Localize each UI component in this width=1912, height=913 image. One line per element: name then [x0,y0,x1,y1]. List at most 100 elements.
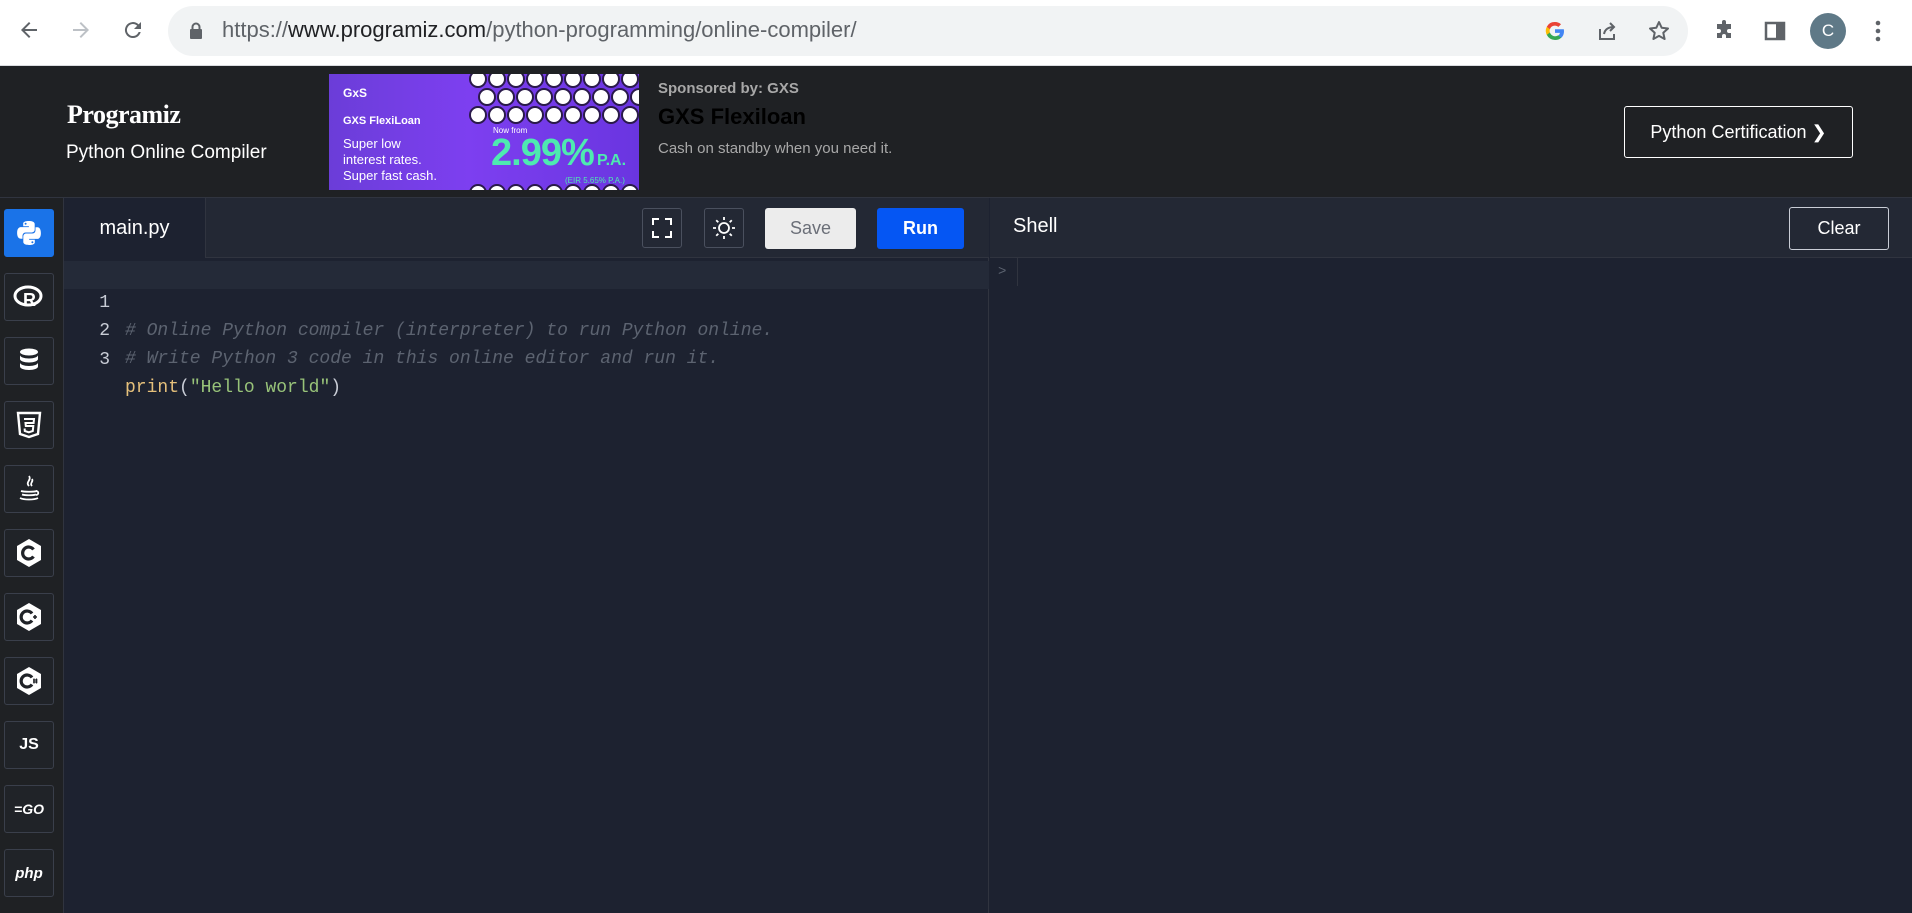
lang-r[interactable]: R [4,273,54,321]
ad-ball [611,88,629,106]
code-comment: # Write Python 3 code in this online edi… [125,349,720,369]
more-menu-icon[interactable] [1862,15,1894,47]
ad-ball [478,88,496,106]
url-text[interactable]: https://www.programiz.com/python-program… [222,17,857,43]
ad-ball [621,74,639,88]
clear-button[interactable]: Clear [1789,207,1889,250]
lang-php[interactable]: php [4,849,54,897]
ad-rate-suffix: P.A. [597,152,627,169]
ad-ball [564,74,582,88]
code-line-2[interactable]: 2 # Write Python 3 code in this online e… [64,289,989,369]
js-icon: JS [19,736,39,753]
fullscreen-button[interactable] [642,208,682,248]
save-button[interactable]: Save [765,208,856,249]
ad-product: GXS FlexiLoan [343,115,421,127]
ad-ball [573,88,591,106]
ad-ball [630,88,639,106]
ad-ball [469,74,487,88]
ad-ball [526,106,544,124]
lang-python[interactable] [4,209,54,257]
editor-toolbar: main.py Save Run [64,198,989,258]
ad-ball [592,88,610,106]
code-paren: ) [330,378,342,398]
ad-ball [602,106,620,124]
tab-main-py[interactable]: main.py [64,198,206,258]
bookmark-star-icon[interactable] [1645,17,1673,45]
google-icon[interactable] [1541,17,1569,45]
fullscreen-icon [652,218,672,238]
share-icon[interactable] [1593,17,1621,45]
lang-csharp[interactable] [4,657,54,705]
csharp-icon [17,667,41,695]
code-paren: ( [179,378,190,398]
forward-icon[interactable] [66,15,96,45]
ad-brand: GxS [343,86,368,100]
ad-ball [554,88,572,106]
lock-icon[interactable] [182,17,210,45]
r-icon: R [13,285,43,310]
theme-toggle-button[interactable] [704,208,744,248]
ad-ball [488,74,506,88]
python-certification-button[interactable]: Python Certification ❯ [1624,106,1853,158]
ad-tagline-1: Super low [343,136,401,151]
lang-java[interactable] [4,465,54,513]
ad-ball [545,106,563,124]
lang-c[interactable] [4,529,54,577]
code-statement: print("Hello world") [125,374,341,402]
svg-text:R: R [23,290,36,310]
ad-ball [545,184,563,190]
lang-cpp[interactable] [4,593,54,641]
ad-ball [526,184,544,190]
side-panel-icon[interactable] [1759,15,1791,47]
ad-ball [488,106,506,124]
code-editor[interactable]: 1 # Online Python compiler (interpreter)… [64,258,989,913]
ad-ball [507,184,525,190]
ad-rate: 2.99% [491,132,595,174]
ad-ball [497,88,515,106]
ad-title[interactable]: GXS Flexiloan [658,104,806,130]
site-header: Programiz Python Online Compiler GxS GXS… [0,66,1912,198]
shell-prompt: > [998,264,1007,280]
profile-avatar[interactable]: C [1810,13,1846,49]
shell-toolbar: Shell Clear [990,198,1912,258]
lang-sql[interactable] [4,337,54,385]
ad-ball [516,88,534,106]
java-icon [19,475,40,501]
back-icon[interactable] [14,15,44,45]
lang-go[interactable]: =GO [4,785,54,833]
code-line-3[interactable]: 3 print("Hello world") [64,318,989,398]
ad-ball [535,88,553,106]
code-string: "Hello world" [189,378,331,398]
database-icon [20,348,38,370]
shell-output[interactable]: > [990,258,1912,913]
run-button[interactable]: Run [877,208,964,249]
ad-ball [488,184,506,190]
php-icon: php [15,864,43,882]
code-function: print [125,378,180,398]
ad-tagline-3: Super fast cash. [343,168,437,183]
ad-ball [583,74,601,88]
page-title: Python Online Compiler [66,142,267,163]
python-icon [17,221,41,245]
code-line-1[interactable]: 1 # Online Python compiler (interpreter)… [64,261,989,341]
ad-banner[interactable]: GxS GXS FlexiLoan Super low interest rat… [329,74,639,190]
sun-icon [713,217,735,239]
ad-ball [526,74,544,88]
ad-ball [469,106,487,124]
reload-icon[interactable] [118,15,148,45]
ad-ball [564,106,582,124]
ad-ball [507,106,525,124]
ad-ball [621,106,639,124]
ad-description: Cash on standby when you need it. [658,140,893,157]
ad-ball [621,184,639,190]
ad-ball [602,74,620,88]
sponsored-label: Sponsored by: GXS [658,80,799,97]
programiz-logo[interactable]: Programiz [67,100,181,130]
lang-js[interactable]: JS [4,721,54,769]
browser-toolbar: https://www.programiz.com/python-program… [0,0,1912,66]
ad-ball [545,74,563,88]
language-sidebar: R JS =GO php [0,198,64,913]
html5-icon [16,411,42,439]
lang-html[interactable] [4,401,54,449]
extensions-icon[interactable] [1708,15,1740,47]
